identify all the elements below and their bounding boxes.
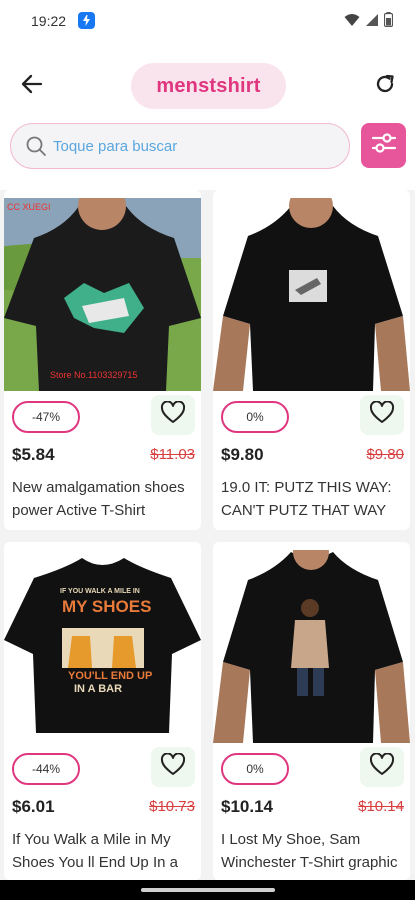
heart-icon <box>160 751 186 782</box>
product-name: If You Walk a Mile in My Shoes You ll En… <box>12 831 178 871</box>
product-image <box>213 550 410 743</box>
shirt-text: YOU'LL END UP <box>68 670 153 682</box>
discount-badge: 0% <box>221 401 289 433</box>
home-indicator[interactable] <box>141 888 275 892</box>
product-image <box>213 198 410 391</box>
product-name: 19.0 IT: PUTZ THIS WAY: CAN'T PUTZ THAT … <box>221 479 392 519</box>
shirt-text: MY SHOES <box>62 597 152 616</box>
shirt-text: IF YOU WALK A MILE IN <box>60 588 140 595</box>
navigation-bar <box>0 880 415 900</box>
product-old-price: $10.14 <box>358 798 404 815</box>
image-overlay-top: CC XUEGI <box>7 202 51 212</box>
product-card[interactable]: CC XUEGI Store No.1103329715 -47% $5.84 … <box>4 190 201 530</box>
product-image: CC XUEGI Store No.1103329715 <box>4 198 201 391</box>
page-title-pill: menstshirt <box>131 63 286 109</box>
image-overlay-bottom: Store No.1103329715 <box>50 370 138 380</box>
discount-badge: 0% <box>221 753 289 785</box>
heart-icon <box>369 399 395 430</box>
product-old-price: $10.73 <box>149 798 195 815</box>
wifi-icon <box>344 13 360 32</box>
product-name: New amalgamation shoes power Active T-Sh… <box>12 479 185 519</box>
status-time: 19:22 <box>31 13 67 29</box>
product-card[interactable]: IF YOU WALK A MILE IN MY SHOES YOU'LL EN… <box>4 542 201 880</box>
favorite-button[interactable] <box>151 395 195 435</box>
refresh-icon <box>374 73 396 100</box>
search-input[interactable] <box>53 137 333 155</box>
refresh-button[interactable] <box>371 72 399 100</box>
heart-icon <box>160 399 186 430</box>
favorite-button[interactable] <box>360 395 404 435</box>
product-card[interactable]: 0% $9.80 $9.80 19.0 IT: PUTZ THIS WAY: C… <box>213 190 410 530</box>
product-card[interactable]: 0% $10.14 $10.14 I Lost My Shoe, Sam Win… <box>213 542 410 880</box>
product-grid: CC XUEGI Store No.1103329715 -47% $5.84 … <box>0 190 415 880</box>
arrow-left-icon <box>21 73 43 100</box>
product-price: $9.80 <box>221 445 264 464</box>
shirt-text: IN A BAR <box>74 683 123 695</box>
product-price: $10.14 <box>221 797 273 816</box>
status-icons <box>344 12 394 32</box>
top-app-bar: menstshirt <box>0 58 415 114</box>
product-old-price: $9.80 <box>366 446 404 463</box>
status-bar: 19:22 <box>0 0 415 42</box>
search-row <box>0 121 415 171</box>
favorite-button[interactable] <box>151 747 195 787</box>
battery-icon <box>383 12 394 32</box>
product-image: IF YOU WALK A MILE IN MY SHOES YOU'LL EN… <box>4 550 201 743</box>
product-price: $6.01 <box>12 797 55 816</box>
page-title: menstshirt <box>156 74 261 97</box>
heart-icon <box>369 751 395 782</box>
favorite-button[interactable] <box>360 747 404 787</box>
signal-icon <box>365 13 379 32</box>
search-box[interactable] <box>10 123 350 169</box>
search-icon <box>25 135 47 157</box>
discount-badge: -47% <box>12 401 80 433</box>
filter-button[interactable] <box>361 123 406 168</box>
discount-badge: -44% <box>12 753 80 785</box>
product-name: I Lost My Shoe, Sam Winchester T-Shirt g… <box>221 831 398 871</box>
messenger-icon <box>78 12 95 29</box>
back-button[interactable] <box>18 72 46 100</box>
sliders-icon <box>371 131 397 160</box>
product-old-price: $11.03 <box>150 446 195 463</box>
product-price: $5.84 <box>12 445 55 464</box>
